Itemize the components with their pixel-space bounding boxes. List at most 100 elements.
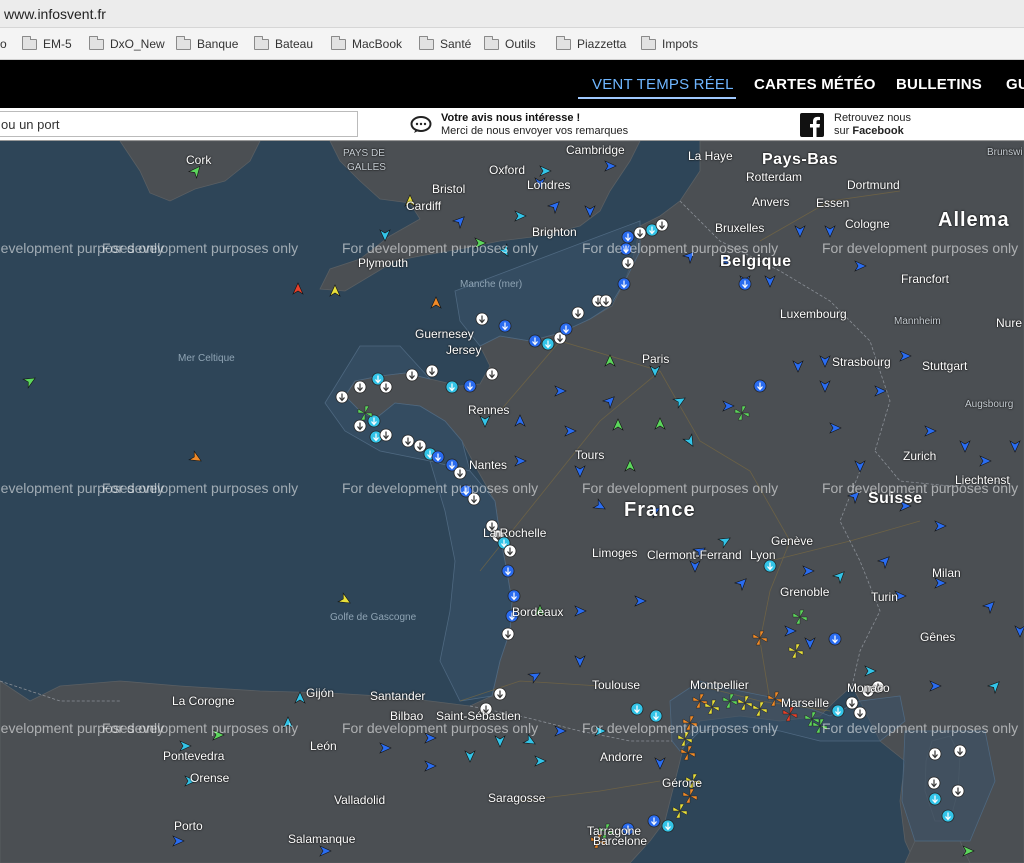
map-label: Londres — [527, 178, 571, 192]
station-marker-icon[interactable] — [445, 380, 459, 394]
bookmark-4[interactable]: Bateau — [254, 35, 313, 51]
station-marker-icon[interactable] — [941, 809, 955, 823]
station-marker-icon[interactable] — [630, 702, 644, 716]
station-marker-icon[interactable] — [599, 294, 613, 308]
station-marker-icon[interactable] — [853, 706, 867, 720]
bookmark-9[interactable]: Impots — [641, 35, 698, 51]
map-label: Genève — [771, 534, 814, 548]
station-marker-icon[interactable] — [953, 744, 967, 758]
dev-watermark: For development purposes only — [102, 720, 299, 736]
url-text[interactable]: www.infosvent.fr — [4, 6, 106, 22]
station-marker-icon[interactable] — [633, 226, 647, 240]
station-marker-icon[interactable] — [453, 466, 467, 480]
map-label: León — [310, 739, 337, 753]
bookmark-8[interactable]: Piazzetta — [556, 35, 626, 51]
search-input[interactable] — [0, 111, 358, 137]
map-label: Jersey — [446, 343, 482, 357]
bookmark-5[interactable]: MacBook — [331, 35, 402, 51]
station-marker-icon[interactable] — [559, 322, 573, 336]
map-label: Pontevedra — [163, 749, 225, 763]
wind-arrow-icon[interactable] — [188, 450, 204, 465]
station-marker-icon[interactable] — [655, 218, 669, 232]
station-marker-icon[interactable] — [541, 337, 555, 351]
station-marker-icon[interactable] — [353, 380, 367, 394]
station-marker-icon[interactable] — [503, 544, 517, 558]
speech-bubble-icon — [410, 116, 432, 133]
facebook-link[interactable]: Retrouvez nous sur Facebook — [800, 111, 960, 139]
station-marker-icon[interactable] — [498, 319, 512, 333]
map-label: Luxembourg — [780, 307, 847, 321]
bookmark-label: Santé — [440, 37, 472, 51]
station-marker-icon[interactable] — [571, 306, 585, 320]
station-marker-icon[interactable] — [928, 747, 942, 761]
bookmark-2[interactable]: DxO_New — [89, 35, 165, 51]
station-marker-icon[interactable] — [501, 564, 515, 578]
wind-arrow-icon[interactable] — [337, 592, 353, 607]
station-marker-icon[interactable] — [647, 814, 661, 828]
station-marker-icon[interactable] — [425, 364, 439, 378]
station-marker-icon[interactable] — [621, 256, 635, 270]
station-marker-icon[interactable] — [927, 776, 941, 790]
station-marker-icon[interactable] — [753, 379, 767, 393]
folder-icon — [419, 35, 434, 50]
station-marker-icon[interactable] — [379, 428, 393, 442]
station-marker-icon[interactable] — [401, 434, 415, 448]
nav-tab-1[interactable]: CARTES MÉTÉO — [754, 76, 876, 93]
map-label: Nantes — [469, 458, 508, 472]
dev-watermark: For development purposes only — [102, 480, 299, 496]
browser-address-bar[interactable]: www.infosvent.fr — [0, 0, 1024, 28]
station-marker-icon[interactable] — [335, 390, 349, 404]
map-label: Strasbourg — [832, 355, 891, 369]
dev-watermark: For development purposes only — [102, 240, 299, 256]
strong-wind-icon[interactable] — [672, 803, 688, 819]
map-label: Clermont-Ferrand — [647, 548, 742, 562]
station-marker-icon[interactable] — [661, 819, 675, 833]
folder-icon — [176, 35, 191, 50]
map-label: Rotterdam — [746, 170, 803, 184]
bookmark-1[interactable]: EM-5 — [22, 35, 72, 51]
nav-tab-2[interactable]: BULLETINS — [896, 76, 982, 93]
map-label: Dortmund — [847, 178, 900, 192]
station-marker-icon[interactable] — [413, 439, 427, 453]
station-marker-icon[interactable] — [738, 277, 752, 291]
bookmark-7[interactable]: Outils — [484, 35, 536, 51]
station-marker-icon[interactable] — [528, 334, 542, 348]
station-marker-icon[interactable] — [507, 589, 521, 603]
station-marker-icon[interactable] — [485, 367, 499, 381]
wind-arrow-icon[interactable] — [22, 374, 38, 389]
dev-watermark: For development purposes only — [582, 480, 779, 496]
info-bar: Votre avis nous intéresse ! Merci de nou… — [0, 108, 1024, 141]
station-marker-icon[interactable] — [405, 368, 419, 382]
station-marker-icon[interactable] — [493, 687, 507, 701]
station-marker-icon[interactable] — [379, 380, 393, 394]
nav-tab-0[interactable]: VENT TEMPS RÉEL — [592, 76, 734, 93]
station-marker-icon[interactable] — [463, 379, 477, 393]
station-marker-icon[interactable] — [617, 277, 631, 291]
wind-map[interactable]: Cork PAYS DE GALLES Oxford Cambridge Bristol L… — [0, 141, 1024, 863]
station-marker-icon[interactable] — [831, 704, 845, 718]
map-label: Limoges — [592, 546, 638, 560]
station-marker-icon[interactable] — [431, 450, 445, 464]
wind-arrow-icon[interactable] — [430, 296, 442, 309]
feedback-link[interactable]: Votre avis nous intéresse ! Merci de nou… — [410, 112, 700, 138]
strong-wind-icon[interactable] — [682, 788, 698, 804]
bookmark-3[interactable]: Banque — [176, 35, 238, 51]
bookmark-0[interactable]: o — [0, 37, 7, 51]
map-label: Monaco — [847, 681, 890, 695]
map-label: La Haye — [688, 149, 733, 163]
wind-arrow-icon[interactable] — [292, 282, 304, 295]
map-label: Mannheim — [894, 316, 941, 327]
station-marker-icon[interactable] — [928, 792, 942, 806]
map-label: Oxford — [489, 163, 526, 177]
main-nav: VENT TEMPS RÉEL CARTES MÉTÉO BULLETINS GU — [0, 60, 1024, 108]
station-marker-icon[interactable] — [501, 627, 515, 641]
station-marker-icon[interactable] — [828, 632, 842, 646]
station-marker-icon[interactable] — [353, 419, 367, 433]
station-marker-icon[interactable] — [475, 312, 489, 326]
station-marker-icon[interactable] — [367, 414, 381, 428]
dev-watermark: For development purposes only — [822, 480, 1019, 496]
bookmark-6[interactable]: Santé — [419, 35, 472, 51]
station-marker-icon[interactable] — [845, 696, 859, 710]
nav-tab-3[interactable]: GU — [1006, 76, 1024, 93]
station-marker-icon[interactable] — [951, 784, 965, 798]
